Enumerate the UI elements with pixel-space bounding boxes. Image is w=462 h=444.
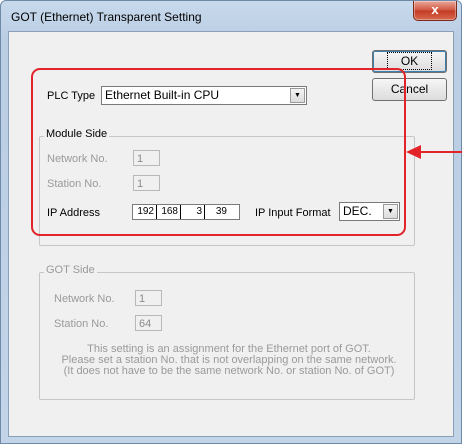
ip-octet-3[interactable]: 3 xyxy=(181,205,205,219)
ok-button[interactable]: OK xyxy=(372,50,447,73)
ip-address-label: IP Address xyxy=(47,207,100,219)
dialog-client-area: OK Cancel PLC Type Ethernet Built-in CPU… xyxy=(8,31,454,437)
module-station-no-label: Station No. xyxy=(47,178,102,190)
got-network-no-field[interactable]: 1 xyxy=(135,290,162,306)
ip-address-field[interactable]: 192 168 3 39 xyxy=(132,204,240,220)
plc-type-value: Ethernet Built-in CPU xyxy=(105,88,220,102)
got-side-legend: GOT Side xyxy=(44,264,97,276)
ip-octet-4[interactable]: 39 xyxy=(205,205,229,219)
got-station-no-label: Station No. xyxy=(54,318,109,330)
title-bar[interactable]: GOT (Ethernet) Transparent Setting x xyxy=(1,1,461,31)
module-network-no-field[interactable]: 1 xyxy=(133,150,160,166)
module-network-no-label: Network No. xyxy=(47,153,108,165)
dialog-window: GOT (Ethernet) Transparent Setting x OK … xyxy=(0,0,462,444)
cancel-button[interactable]: Cancel xyxy=(372,78,447,101)
plc-type-label: PLC Type xyxy=(47,90,96,102)
ip-octet-1[interactable]: 192 xyxy=(133,205,157,219)
ip-input-format-label: IP Input Format xyxy=(255,207,331,219)
ip-octet-2[interactable]: 168 xyxy=(157,205,181,219)
ip-input-format-select[interactable]: DEC. ▼ xyxy=(339,202,400,221)
close-button[interactable]: x xyxy=(413,1,457,21)
ok-button-label: OK xyxy=(386,52,433,70)
annotation-arrow-icon xyxy=(406,145,462,159)
window-title: GOT (Ethernet) Transparent Setting xyxy=(11,10,202,24)
got-station-no-field[interactable]: 64 xyxy=(135,315,162,331)
plc-type-select[interactable]: Ethernet Built-in CPU ▼ xyxy=(101,86,307,105)
chevron-down-icon[interactable]: ▼ xyxy=(383,204,398,219)
got-network-no-label: Network No. xyxy=(54,293,115,305)
ip-input-format-value: DEC. xyxy=(343,204,372,218)
module-station-no-field[interactable]: 1 xyxy=(133,175,160,191)
chevron-down-icon[interactable]: ▼ xyxy=(290,88,305,103)
got-note-line-3: (It does not have to be the same network… xyxy=(63,365,395,377)
module-side-legend: Module Side xyxy=(44,128,110,140)
got-side-group xyxy=(39,272,415,400)
